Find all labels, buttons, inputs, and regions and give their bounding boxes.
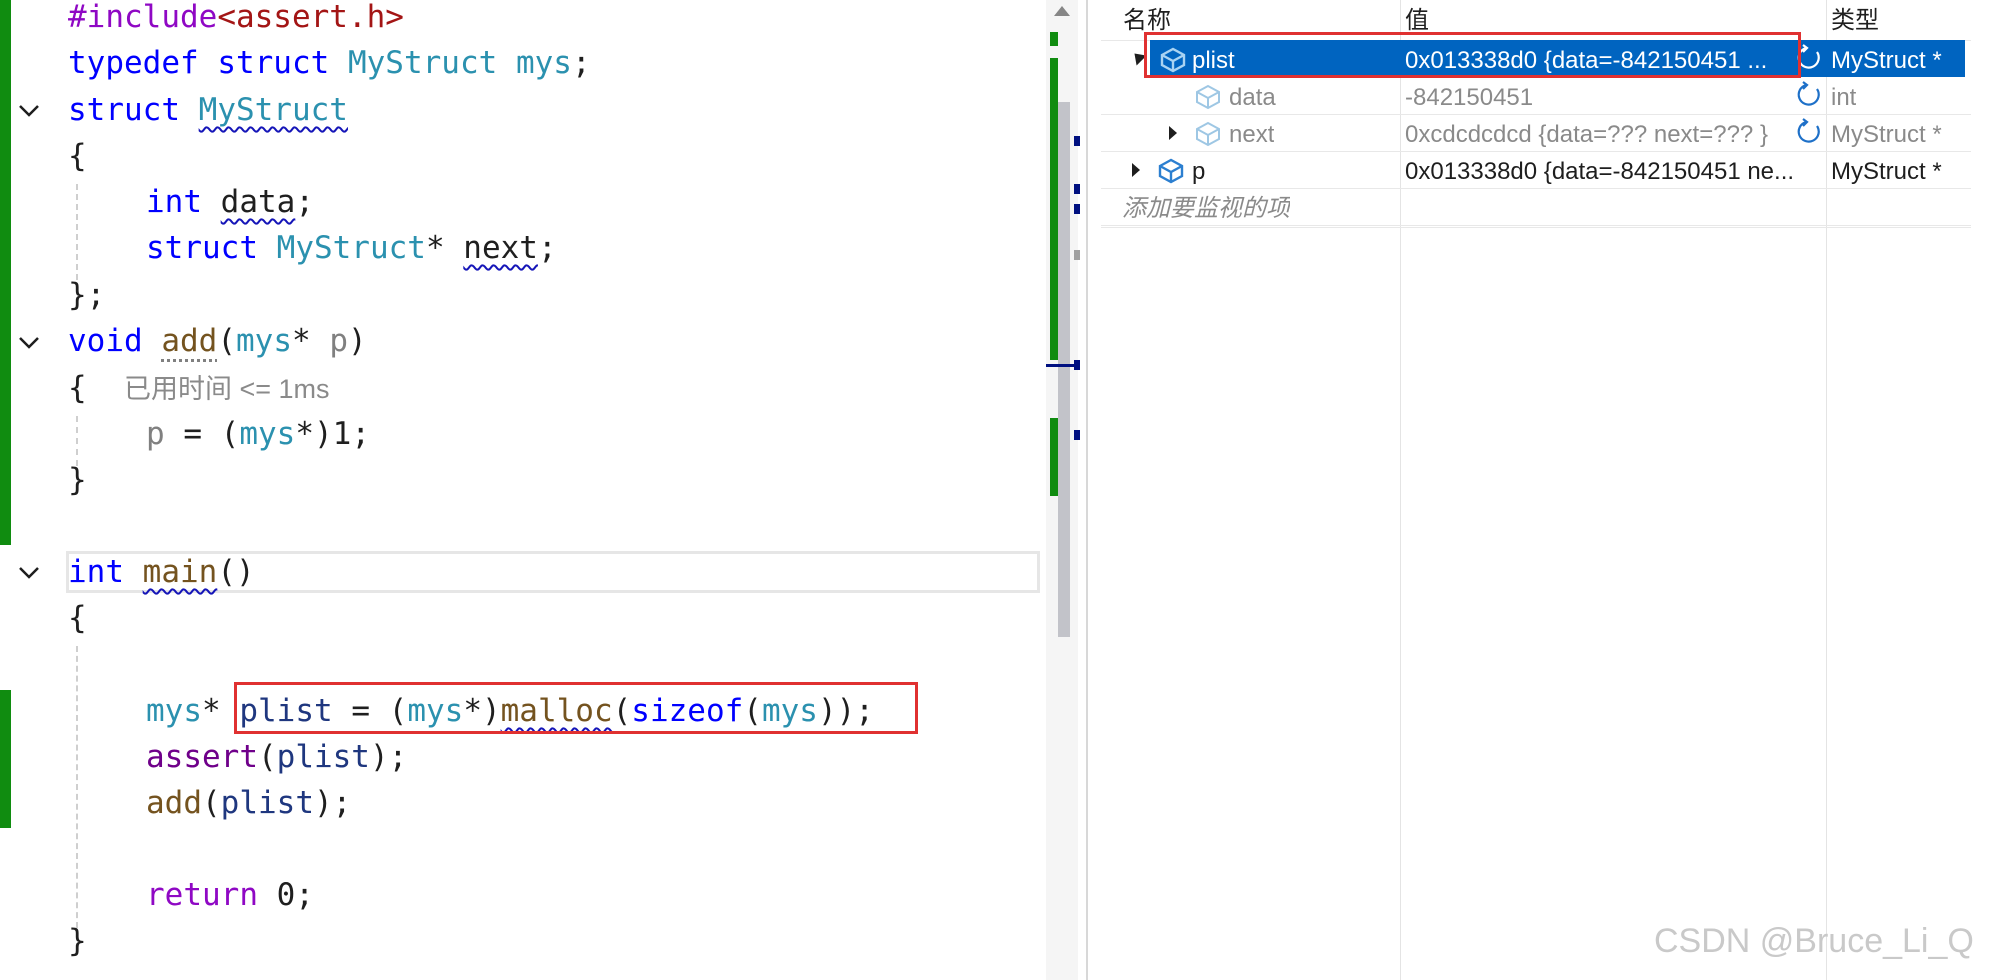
- code-line-call-add[interactable]: add(plist);: [146, 780, 351, 826]
- code-line-struct-decl[interactable]: struct MyStruct: [68, 87, 348, 133]
- object-icon: [1156, 155, 1186, 190]
- scroll-up-arrow-icon[interactable]: [1054, 6, 1070, 16]
- watermark: CSDN @Bruce_Li_Q: [1654, 922, 1974, 960]
- add-watch-input[interactable]: 添加要监视的项: [1122, 190, 1290, 227]
- code-line-include[interactable]: #include<assert.h>: [68, 0, 404, 40]
- editor-scrollbar[interactable]: [1046, 0, 1080, 980]
- code-line-field-next[interactable]: struct MyStruct* next;: [146, 225, 557, 271]
- highlight-box: [234, 682, 918, 734]
- watch-row-value[interactable]: 0x013338d0 {data=-842150451 ne...: [1405, 153, 1823, 190]
- code-line-main-close[interactable]: }: [68, 918, 87, 964]
- code-line-brace-open[interactable]: {: [68, 133, 87, 179]
- fold-chevron-icon[interactable]: [14, 96, 44, 126]
- overview-marker: [1074, 204, 1080, 214]
- column-header-type[interactable]: 类型: [1831, 0, 1879, 40]
- expand-arrow-icon[interactable]: [1169, 126, 1177, 140]
- row-divider: [1101, 227, 1971, 228]
- code-line-field-data[interactable]: int data;: [146, 179, 314, 225]
- code-line-assert[interactable]: assert(plist);: [146, 734, 407, 780]
- overview-marker: [1074, 430, 1080, 440]
- expand-arrow-icon[interactable]: [1132, 163, 1140, 177]
- overview-marker: [1074, 184, 1080, 194]
- watch-row-name[interactable]: data: [1229, 79, 1276, 116]
- refresh-icon[interactable]: [1795, 81, 1823, 114]
- code-line-add-close[interactable]: }: [68, 457, 87, 503]
- indent-guide: [76, 184, 78, 280]
- column-divider[interactable]: [1400, 0, 1401, 980]
- code-line-func-add[interactable]: void add(mys* p): [68, 318, 367, 364]
- watch-row-value[interactable]: -842150451: [1405, 79, 1533, 116]
- watch-row-type[interactable]: MyStruct *: [1831, 42, 1942, 79]
- fold-chevron-icon[interactable]: [14, 328, 44, 358]
- change-bar: [0, 0, 11, 545]
- watch-row-name[interactable]: next: [1229, 116, 1274, 153]
- change-bar: [0, 690, 11, 828]
- overview-marker: [1074, 360, 1080, 370]
- code-line-typedef[interactable]: typedef struct MyStruct mys;: [68, 40, 591, 86]
- code-line-brace-close[interactable]: };: [68, 272, 105, 318]
- indent-guide: [76, 646, 78, 928]
- code-line-main-open[interactable]: {: [68, 595, 87, 641]
- overview-marker: [1074, 136, 1080, 146]
- fold-chevron-icon[interactable]: [14, 558, 44, 588]
- field-icon: [1193, 81, 1223, 116]
- overview-marker: [1074, 250, 1080, 260]
- code-line-return[interactable]: return 0;: [146, 872, 314, 918]
- code-line-assign-p[interactable]: p = (mys*)1;: [146, 411, 370, 457]
- code-editor[interactable]: #include<assert.h> typedef struct MyStru…: [0, 0, 1046, 980]
- overview-change-marker: [1050, 32, 1058, 46]
- code-line-func-main[interactable]: int main(): [68, 549, 255, 595]
- watch-row-name[interactable]: p: [1192, 153, 1205, 190]
- elapsed-time-hint: 已用时间 <= 1ms: [124, 374, 330, 404]
- watch-row-type[interactable]: MyStruct *: [1831, 153, 1942, 190]
- highlight-box: [1144, 32, 1801, 78]
- watch-row-type[interactable]: MyStruct *: [1831, 116, 1942, 153]
- watch-row-type[interactable]: int: [1831, 79, 1856, 116]
- scrollbar-thumb[interactable]: [1058, 102, 1070, 637]
- overview-change-marker: [1050, 58, 1058, 360]
- code-line-add-open[interactable]: { 已用时间 <= 1ms: [68, 365, 330, 411]
- overview-change-marker: [1050, 418, 1058, 496]
- field-icon: [1193, 118, 1223, 153]
- column-divider[interactable]: [1826, 0, 1827, 980]
- refresh-icon[interactable]: [1795, 118, 1823, 151]
- watch-row-value[interactable]: 0xcdcdcdcd {data=??? next=??? }: [1405, 116, 1793, 153]
